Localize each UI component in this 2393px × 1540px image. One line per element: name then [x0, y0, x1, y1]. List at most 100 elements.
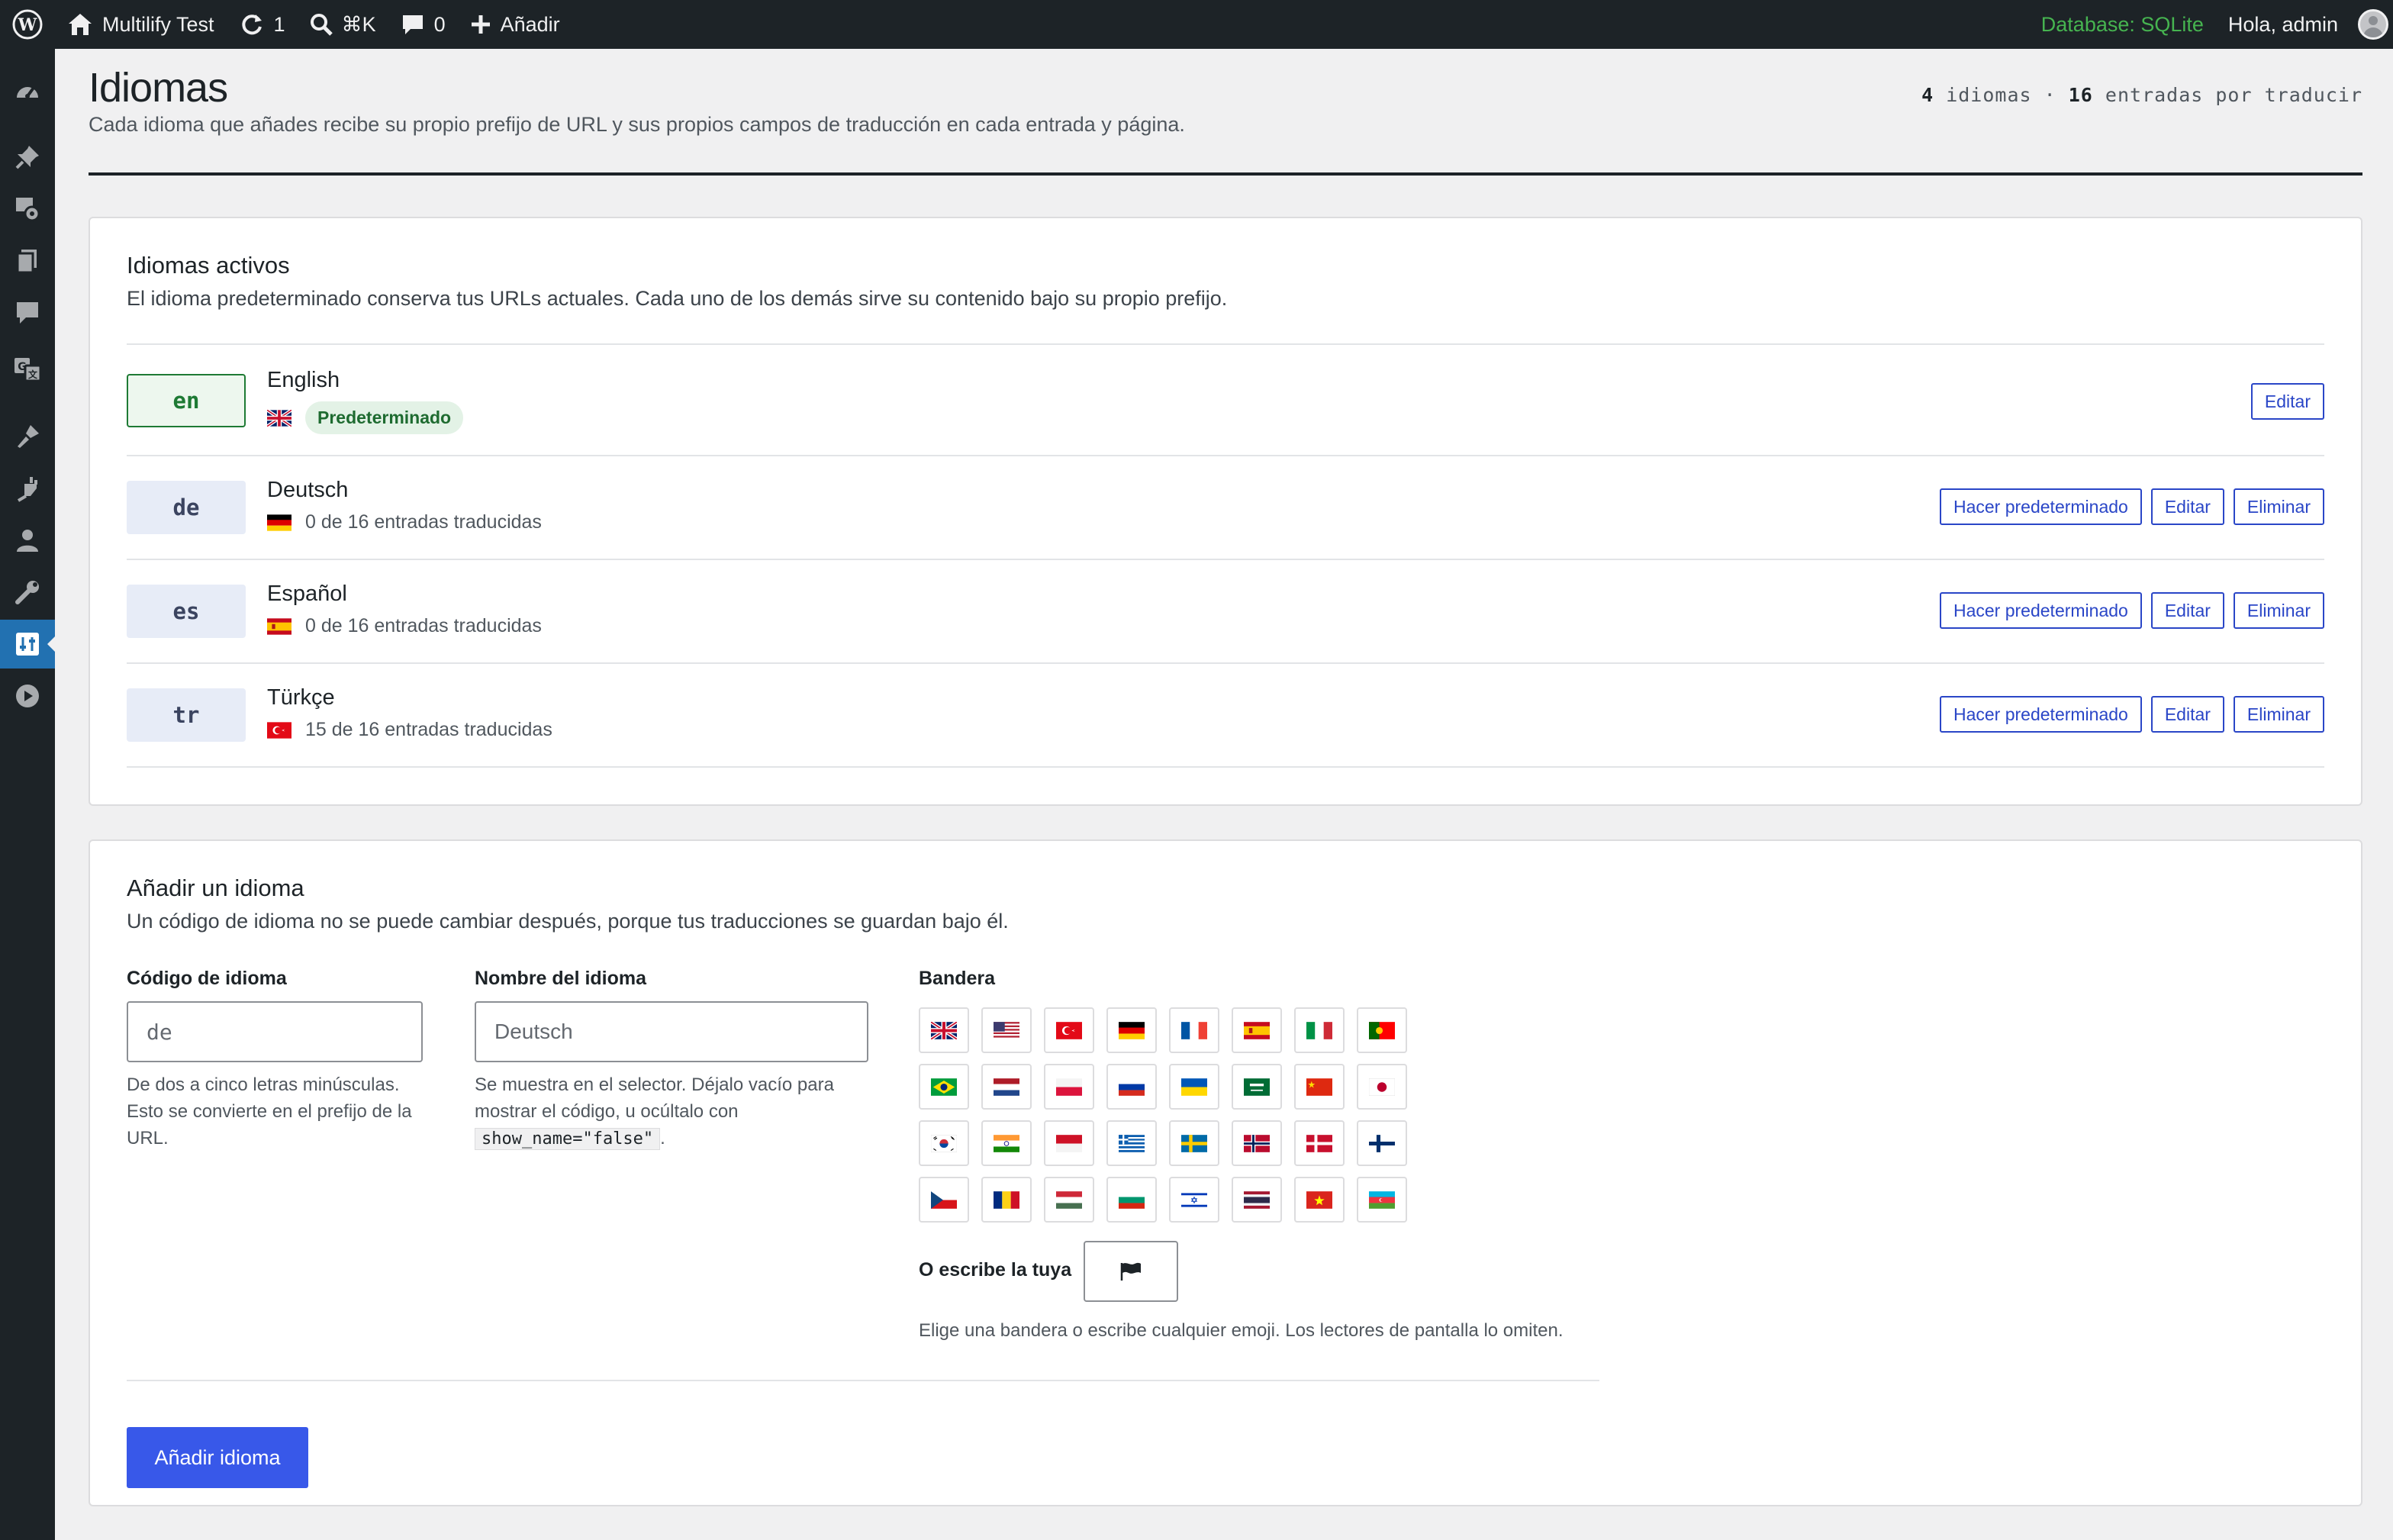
br-flag-icon	[931, 1078, 957, 1096]
wordpress-logo-icon[interactable]: W	[0, 0, 55, 49]
black-flag-icon	[1120, 1262, 1141, 1281]
pin-icon[interactable]	[0, 133, 55, 182]
pt-flag-icon	[1369, 1021, 1395, 1039]
settings-icon[interactable]	[0, 620, 55, 669]
site-name-link[interactable]: Multilify Test	[55, 0, 227, 49]
search-icon	[310, 14, 333, 36]
media-icon[interactable]	[0, 185, 55, 234]
make-default-button-tr[interactable]: Hacer predeterminado	[1939, 696, 2142, 733]
dk-flag-icon	[1306, 1134, 1332, 1152]
dashboard-icon[interactable]	[0, 67, 55, 116]
flag-option-ro[interactable]	[981, 1177, 1032, 1223]
updates-link[interactable]: 1	[227, 0, 298, 49]
pending-label: entradas por traducir	[2105, 84, 2362, 106]
default-badge: Predeterminado	[305, 401, 464, 434]
delete-button-es[interactable]: Eliminar	[2233, 592, 2324, 629]
add-language-button[interactable]: Añadir idioma	[127, 1427, 308, 1488]
flag-option-hu[interactable]	[1044, 1177, 1094, 1223]
flag-option-se[interactable]	[1169, 1120, 1219, 1166]
flag-option-pl[interactable]	[1044, 1064, 1094, 1110]
flag-option-th[interactable]	[1232, 1177, 1282, 1223]
jp-flag-icon	[1369, 1078, 1395, 1096]
appearance-icon[interactable]	[0, 412, 55, 461]
updates-count: 1	[273, 12, 285, 36]
flag-option-in[interactable]	[981, 1120, 1032, 1166]
plus-icon	[471, 15, 490, 34]
database-indicator: Database: SQLite	[2029, 0, 2216, 49]
flag-option-es[interactable]	[1232, 1007, 1282, 1053]
flag-option-fi[interactable]	[1357, 1120, 1407, 1166]
flag-option-jp[interactable]	[1357, 1064, 1407, 1110]
cn-flag-icon	[1306, 1078, 1332, 1096]
flag-option-cn[interactable]	[1294, 1064, 1345, 1110]
flag-option-pt[interactable]	[1357, 1007, 1407, 1053]
row-actions: Hacer predeterminado Editar Eliminar	[1939, 488, 2324, 525]
delete-button-tr[interactable]: Eliminar	[2233, 696, 2324, 733]
tools-icon[interactable]	[0, 568, 55, 617]
show-name-code: show_name="false"	[475, 1128, 661, 1150]
search-link[interactable]: ⌘K	[298, 0, 388, 49]
flag-option-no[interactable]	[1232, 1120, 1282, 1166]
make-default-button-es[interactable]: Hacer predeterminado	[1939, 592, 2142, 629]
flag-option-ua[interactable]	[1169, 1064, 1219, 1110]
comments-link[interactable]: 0	[388, 0, 458, 49]
language-code-input[interactable]: de	[127, 1001, 423, 1062]
language-name-input[interactable]: Deutsch	[475, 1001, 868, 1062]
flag-option-it[interactable]	[1294, 1007, 1345, 1053]
flag-option-tr[interactable]	[1044, 1007, 1094, 1053]
flag-option-nl[interactable]	[981, 1064, 1032, 1110]
plugins-icon[interactable]	[0, 464, 55, 513]
flag-option-br[interactable]	[919, 1064, 969, 1110]
vn-flag-icon	[1306, 1190, 1332, 1209]
edit-button-de[interactable]: Editar	[2150, 488, 2224, 525]
play-icon[interactable]	[0, 672, 55, 720]
translation-progress: 0 de 16 entradas traducidas	[305, 511, 542, 533]
edit-button-es[interactable]: Editar	[2150, 592, 2224, 629]
delete-button-de[interactable]: Eliminar	[2233, 488, 2324, 525]
page-title: Idiomas	[89, 65, 228, 111]
language-meta: 15 de 16 entradas traducidas	[267, 719, 552, 741]
greeting: Hola, admin	[2227, 12, 2338, 36]
flag-option-de[interactable]	[1106, 1007, 1157, 1053]
languages-label: idiomas	[1946, 84, 2032, 106]
custom-flag-input[interactable]	[1084, 1241, 1178, 1302]
translation-icon[interactable]: G文	[0, 345, 55, 394]
name-help-text: Se muestra en el selector. Déjalo vacío …	[475, 1071, 887, 1152]
flag-option-sa[interactable]	[1232, 1064, 1282, 1110]
language-row-es: es Español 0 de 16 entradas traducidas H…	[127, 560, 2324, 664]
flag-option-fr[interactable]	[1169, 1007, 1219, 1053]
flag-option-dk[interactable]	[1294, 1120, 1345, 1166]
flag-option-us[interactable]	[981, 1007, 1032, 1053]
flag-option-kr[interactable]	[919, 1120, 969, 1166]
in-flag-icon	[994, 1134, 1019, 1152]
flag-option-id[interactable]	[1044, 1120, 1094, 1166]
edit-button-tr[interactable]: Editar	[2150, 696, 2224, 733]
pending-count: 16	[2068, 84, 2093, 106]
ua-flag-icon	[1181, 1078, 1207, 1096]
tr-flag-icon	[267, 721, 291, 739]
comments-icon[interactable]	[0, 288, 55, 337]
language-meta: Predeterminado	[267, 401, 464, 434]
language-code-badge: es	[127, 585, 246, 638]
language-name: Türkçe	[267, 685, 335, 710]
make-default-button-de[interactable]: Hacer predeterminado	[1939, 488, 2142, 525]
custom-flag-label: O escribe la tuya	[919, 1259, 1072, 1281]
no-flag-icon	[1244, 1134, 1270, 1152]
flag-option-gr[interactable]	[1106, 1120, 1157, 1166]
name-help-suffix: .	[660, 1128, 665, 1149]
new-content-link[interactable]: Añadir	[458, 0, 572, 49]
flag-option-az[interactable]	[1357, 1177, 1407, 1223]
row-actions: Editar	[2250, 383, 2324, 420]
edit-button-en[interactable]: Editar	[2250, 383, 2324, 420]
flag-option-cz[interactable]	[919, 1177, 969, 1223]
flag-option-bg[interactable]	[1106, 1177, 1157, 1223]
flag-option-vn[interactable]	[1294, 1177, 1345, 1223]
flag-option-il[interactable]	[1169, 1177, 1219, 1223]
kr-flag-icon	[931, 1134, 957, 1152]
svg-text:W: W	[18, 15, 37, 35]
flag-option-gb[interactable]	[919, 1007, 969, 1053]
users-icon[interactable]	[0, 516, 55, 565]
flag-option-ru[interactable]	[1106, 1064, 1157, 1110]
pages-icon[interactable]	[0, 237, 55, 285]
account-menu[interactable]: Hola, admin	[2216, 0, 2393, 49]
